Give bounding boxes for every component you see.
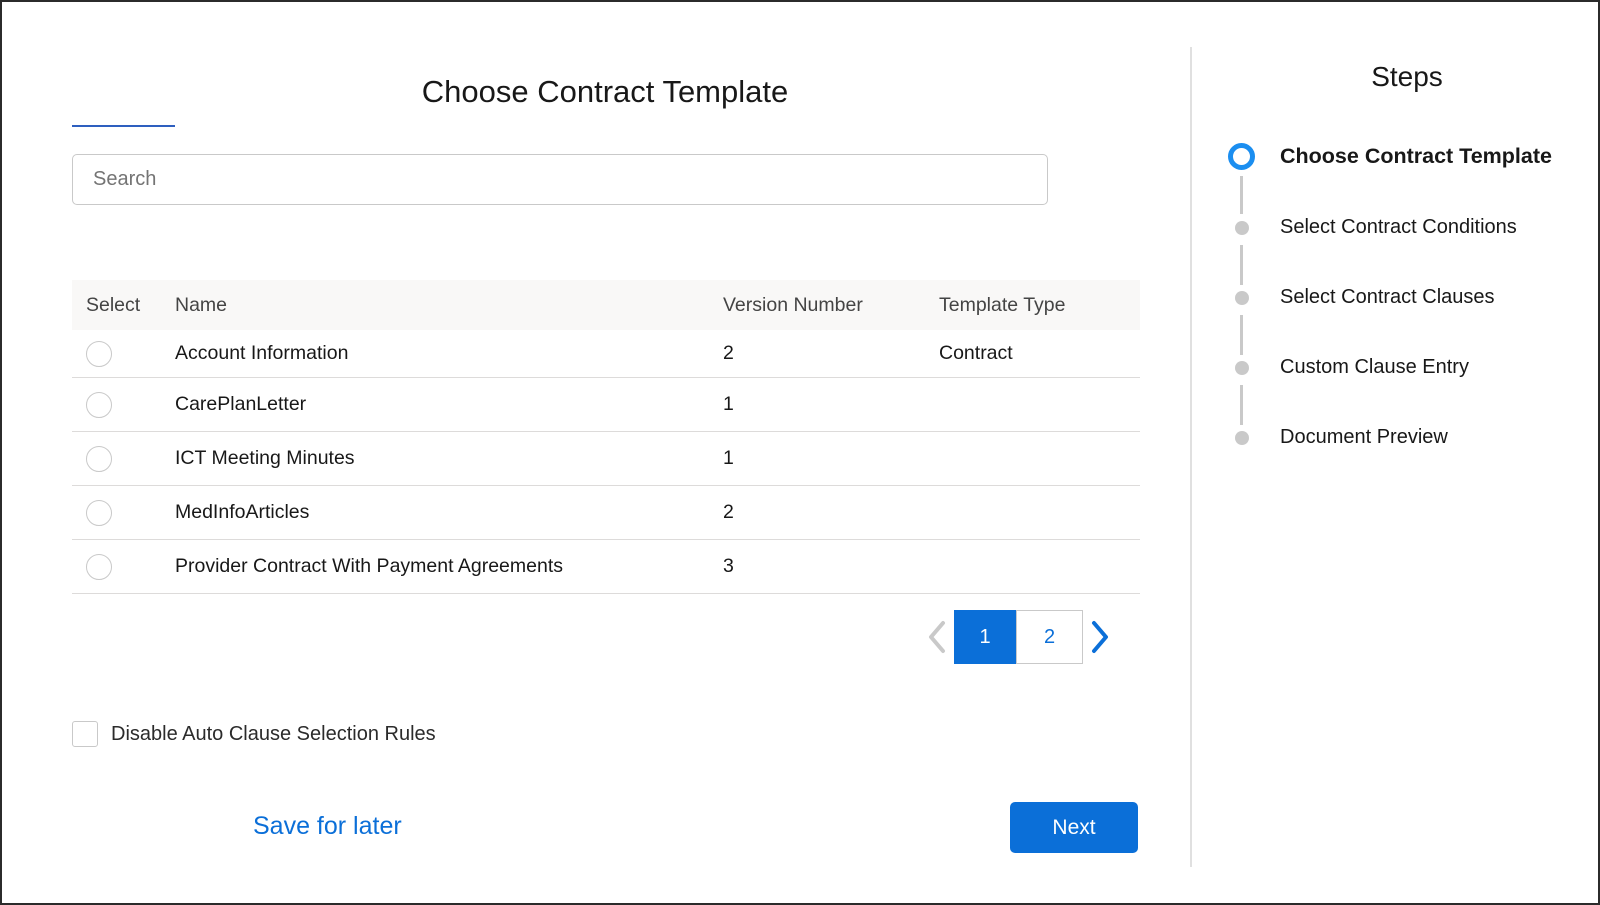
page-1-button[interactable]: 1 [954,610,1016,664]
steps-title: Steps [1371,61,1443,92]
disable-auto-clause-option[interactable]: Disable Auto Clause Selection Rules [72,721,436,747]
step-choose-contract-template[interactable]: Choose Contract Template [1228,143,1552,170]
step-document-preview[interactable]: Document Preview [1228,426,1448,449]
column-header-version: Version Number [723,293,863,316]
step-pending-indicator-icon [1235,220,1249,235]
step-pending-indicator-icon [1235,430,1249,445]
select-radio[interactable] [86,445,112,472]
table-header: Select Name Version Number Template Type [72,280,1140,330]
table-row[interactable]: CarePlanLetter 1 [72,378,1140,432]
table-row[interactable]: Account Information 2 Contract [72,330,1140,378]
search-input[interactable] [72,154,1048,205]
template-table: Select Name Version Number Template Type… [72,280,1140,594]
step-connector [1240,176,1243,214]
step-label: Document Preview [1280,426,1448,448]
select-radio[interactable] [86,340,112,367]
chevron-right-icon [1092,621,1108,653]
table-row[interactable]: ICT Meeting Minutes 1 [72,432,1140,486]
template-type: Contract [939,342,1013,364]
template-name: Account Information [175,342,349,364]
step-custom-clause-entry[interactable]: Custom Clause Entry [1228,356,1469,379]
table-row[interactable]: MedInfoArticles 2 [72,486,1140,540]
step-connector [1240,245,1243,285]
step-select-contract-clauses[interactable]: Select Contract Clauses [1228,286,1495,309]
step-connector [1240,385,1243,425]
column-header-type: Template Type [939,293,1066,316]
column-header-name: Name [175,293,228,316]
table-row[interactable]: Provider Contract With Payment Agreement… [72,540,1140,594]
template-version: 3 [723,555,734,577]
select-radio[interactable] [86,391,112,418]
step-select-contract-conditions[interactable]: Select Contract Conditions [1228,216,1517,239]
step-label: Select Contract Clauses [1280,286,1495,308]
chevron-left-icon [929,621,945,653]
disable-auto-clause-label: Disable Auto Clause Selection Rules [111,722,436,745]
column-header-select: Select [86,293,141,316]
pagination: 1 2 [920,610,1117,664]
disable-auto-clause-checkbox[interactable] [72,721,98,747]
template-name: CarePlanLetter [175,393,307,415]
template-name: ICT Meeting Minutes [175,447,355,469]
template-name: Provider Contract With Payment Agreement… [175,555,563,577]
step-label: Custom Clause Entry [1280,356,1469,378]
page-2-button[interactable]: 2 [1016,610,1083,664]
step-pending-indicator-icon [1235,360,1249,375]
page-title: Choose Contract Template [421,74,789,109]
step-label: Choose Contract Template [1280,144,1552,168]
save-for-later-link[interactable]: Save for later [253,812,402,841]
next-page-button[interactable] [1083,610,1117,664]
template-version: 2 [723,501,734,523]
select-radio[interactable] [86,553,112,580]
panel-divider [1190,47,1192,867]
step-active-indicator-icon [1228,143,1255,170]
previous-page-button[interactable] [920,610,954,664]
template-version: 1 [723,447,734,469]
template-name: MedInfoArticles [175,501,310,523]
app-window: Choose Contract Template Select Name Ver… [0,0,1600,905]
step-connector [1240,315,1243,355]
step-pending-indicator-icon [1235,290,1249,305]
title-accent-underline [72,125,175,127]
template-version: 1 [723,393,734,415]
template-version: 2 [723,342,734,364]
step-label: Select Contract Conditions [1280,216,1517,238]
next-button[interactable]: Next [1010,802,1138,853]
select-radio[interactable] [86,499,112,526]
